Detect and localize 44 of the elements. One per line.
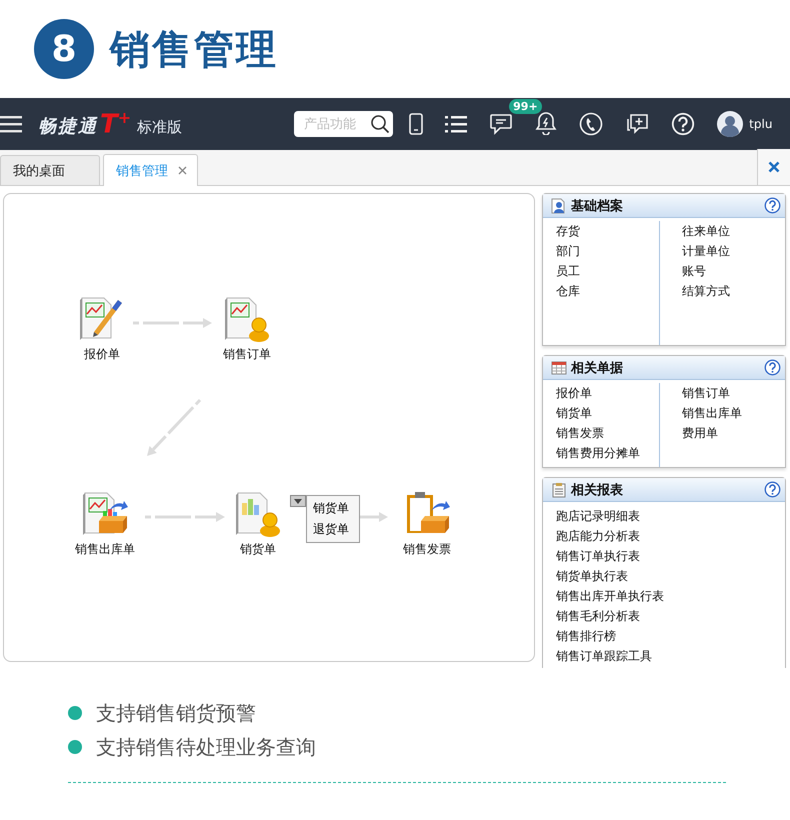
panel-link[interactable]: 销货单执行表	[556, 566, 785, 586]
panel-link[interactable]: 销售出库开单执行表	[556, 586, 785, 606]
user-name[interactable]: tplu	[749, 117, 772, 131]
panel-title: 相关报表	[571, 482, 623, 498]
panel-link[interactable]: 销售排行榜	[556, 626, 785, 646]
brand-name: 畅捷通	[38, 115, 98, 138]
section-title: 销售管理	[110, 26, 278, 74]
panel-title: 基础档案	[571, 198, 623, 214]
panel-link[interactable]: 销售毛利分析表	[556, 606, 785, 626]
node-label[interactable]: 销售订单	[223, 346, 271, 363]
panel-link[interactable]: 销售出库单	[682, 403, 785, 423]
panel-link[interactable]: 跑店能力分析表	[556, 526, 785, 546]
edition-label: 标准版	[137, 118, 182, 138]
panel-link[interactable]: 计量单位	[682, 241, 785, 261]
notification-badge: 99+	[509, 98, 542, 114]
panel-link[interactable]: 销售订单执行表	[556, 546, 785, 566]
panel-link[interactable]: 部门	[556, 241, 659, 261]
brand-mark: T$^{+}$	[100, 110, 132, 138]
node-label[interactable]: 销货单	[240, 541, 276, 558]
feature-text: 支持销售待处理业务查询	[96, 734, 316, 760]
panel-link[interactable]: 报价单	[556, 383, 659, 403]
panel-link[interactable]: 销售费用分摊单	[556, 443, 659, 463]
panel-link[interactable]: 销售订单跟踪工具	[556, 646, 785, 666]
panel-link[interactable]: 员工	[556, 261, 659, 281]
panel-link[interactable]: 账号	[682, 261, 785, 281]
tab[interactable]: 我的桌面	[0, 155, 100, 185]
section-number: 8	[34, 19, 94, 79]
panel-link[interactable]: 跑店记录明细表	[556, 506, 785, 526]
panel-link[interactable]: 结算方式	[682, 281, 785, 301]
menu-item[interactable]: 销货单	[307, 498, 359, 519]
menu-item[interactable]: 退货单	[307, 519, 359, 540]
node-label[interactable]: 销售出库单	[75, 541, 135, 558]
panel-link[interactable]: 销售订单	[682, 383, 785, 403]
search-field[interactable]: 产品功能	[294, 111, 394, 137]
feature-text: 支持销售销货预警	[96, 700, 256, 726]
panel-link[interactable]: 销货单	[556, 403, 659, 423]
panel-link[interactable]: 销售发票	[556, 423, 659, 443]
panel-link[interactable]: 仓库	[556, 281, 659, 301]
panel-link[interactable]: 费用单	[682, 423, 785, 443]
node-label[interactable]: 报价单	[84, 346, 120, 363]
panel-title: 相关单据	[571, 360, 623, 376]
node-label[interactable]: 销售发票	[403, 541, 451, 558]
panel-link[interactable]: 往来单位	[682, 221, 785, 241]
panel-link[interactable]: 存货	[556, 221, 659, 241]
